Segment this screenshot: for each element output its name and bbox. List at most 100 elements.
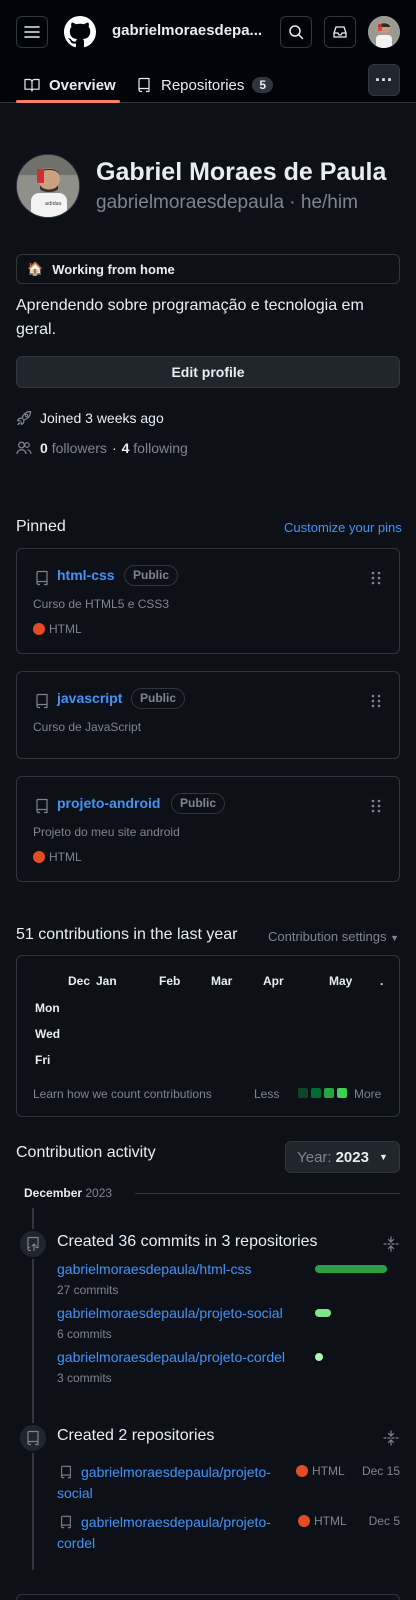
month-label: May: [329, 974, 353, 988]
show-more-activity-button[interactable]: [16, 1594, 400, 1600]
language-color-dot: [33, 851, 45, 863]
svg-text:adidas: adidas: [45, 201, 62, 207]
contributions-title: 51 contributions in the last year: [16, 926, 238, 943]
pinned-repo-card: projeto-android Public Projeto do meu si…: [16, 776, 400, 882]
created-repo-link[interactable]: gabrielmoraesdepaula/projeto-cordel: [57, 1512, 287, 1554]
legend-more: More: [354, 1087, 382, 1101]
github-logo-icon[interactable]: [64, 16, 96, 48]
customize-pins-link[interactable]: Customize your pins: [284, 520, 402, 535]
following-link[interactable]: 4 following: [122, 440, 188, 456]
pinned-repo-card: html-css Public Curso de HTML5 e CSS3 HT…: [16, 548, 400, 654]
pinned-repo-language: HTML: [33, 850, 82, 864]
repo-icon: [36, 570, 48, 586]
joined-text: Joined 3 weeks ago: [40, 410, 164, 426]
legend-less: Less: [254, 1087, 280, 1101]
commit-repo-link[interactable]: gabrielmoraesdepaula/projeto-social: [57, 1305, 283, 1321]
visibility-badge: Public: [171, 793, 226, 814]
drag-handle-icon[interactable]: [371, 799, 381, 813]
user-status[interactable]: 🏠 Working from home: [16, 254, 400, 284]
repo-icon: [138, 77, 150, 93]
pinned-repo-description: Curso de HTML5 e CSS3: [33, 597, 170, 611]
repo-icon: [36, 693, 48, 709]
book-icon: [24, 78, 40, 92]
followers-link[interactable]: 0 followers: [40, 440, 107, 456]
status-text: Working from home: [52, 261, 175, 277]
day-label: Mon: [35, 1001, 60, 1015]
pinned-repo-description: Curso de JavaScript: [33, 720, 142, 734]
hamburger-menu-button[interactable]: [16, 16, 48, 48]
drag-handle-icon[interactable]: [371, 571, 381, 585]
tab-repositories[interactable]: Repositories 5: [136, 68, 274, 102]
visibility-badge: Public: [124, 565, 179, 586]
language-name: HTML: [314, 1514, 347, 1528]
more-options-button[interactable]: ···: [368, 64, 400, 96]
commit-repo-link[interactable]: gabrielmoraesdepaula/html-css: [57, 1261, 252, 1277]
month-name: December: [24, 1186, 83, 1200]
drag-handle-icon[interactable]: [371, 694, 381, 708]
created-repo-row: gabrielmoraesdepaula/projeto-social HTML…: [57, 1462, 400, 1506]
inbox-button[interactable]: [324, 16, 356, 48]
month-label: Feb: [159, 974, 181, 988]
created-repo-language: HTML: [298, 1514, 347, 1528]
contribution-settings-dropdown[interactable]: Contribution settings ▼: [268, 929, 399, 944]
created-repo-language: HTML: [296, 1464, 345, 1478]
repos-event-title: Created 2 repositories: [57, 1427, 215, 1444]
day-label: Wed: [35, 1027, 61, 1041]
repositories-count-badge: 5: [252, 77, 274, 93]
repo-push-icon: [27, 1236, 39, 1252]
learn-contributions-link[interactable]: Learn how we count contributions: [33, 1087, 212, 1101]
tab-overview-label: Overview: [49, 76, 116, 94]
year-dropdown-button[interactable]: Year: 2023 ▼: [285, 1141, 400, 1173]
repo-icon: [36, 798, 48, 814]
people-icon: [16, 441, 32, 455]
commits-event-title: Created 36 commits in 3 repositories: [57, 1233, 318, 1250]
edit-profile-button[interactable]: Edit profile: [16, 356, 400, 388]
user-avatar-small[interactable]: [368, 16, 400, 48]
profile-login: gabrielmoraesdepaula · he/him: [96, 192, 358, 213]
created-repo-date: Dec 15: [361, 1464, 400, 1478]
created-repo-link[interactable]: gabrielmoraesdepaula/projeto-social: [57, 1462, 287, 1504]
pinned-repo-name[interactable]: javascript: [57, 690, 122, 706]
pinned-repo-card: javascript Public Curso de JavaScript: [16, 671, 400, 759]
legend-square: [311, 1088, 321, 1098]
language-color-dot: [33, 623, 45, 635]
commit-count[interactable]: 27 commits: [57, 1283, 118, 1297]
following-label: following: [133, 440, 188, 456]
tab-overview[interactable]: Overview: [24, 68, 116, 102]
hamburger-icon: [24, 26, 40, 38]
timeline-line: [32, 1208, 34, 1570]
commits-event-icon: [18, 1229, 48, 1259]
legend-square: [324, 1088, 334, 1098]
kebab-icon: ···: [375, 69, 393, 90]
commit-repo-link[interactable]: gabrielmoraesdepaula/projeto-cordel: [57, 1349, 285, 1365]
inbox-icon: [333, 26, 347, 38]
followers-separator: ·: [111, 440, 117, 456]
fold-icon[interactable]: [383, 1430, 399, 1446]
profile-name: Gabriel Moraes de Paula: [96, 158, 387, 186]
language-name: HTML: [49, 622, 82, 636]
profile-avatar[interactable]: adidas: [16, 154, 80, 218]
repo-icon: [27, 1430, 39, 1446]
contribution-settings-label: Contribution settings: [268, 929, 387, 944]
profile-bio: Aprendendo sobre programação e tecnologi…: [16, 297, 364, 338]
pinned-repo-name[interactable]: projeto-android: [57, 795, 160, 811]
commit-count[interactable]: 3 commits: [57, 1371, 112, 1385]
header-username[interactable]: gabrielmoraesdepa...: [112, 22, 262, 39]
month-label: Mar: [211, 974, 233, 988]
pinned-title: Pinned: [16, 518, 66, 535]
visibility-badge: Public: [131, 688, 186, 709]
commit-count[interactable]: 6 commits: [57, 1327, 112, 1341]
followers-label: followers: [51, 440, 107, 456]
contribution-activity-title: Contribution activity: [16, 1144, 156, 1161]
followers-count: 0: [40, 440, 48, 456]
pinned-repo-name[interactable]: html-css: [57, 567, 115, 583]
fold-icon[interactable]: [383, 1236, 399, 1252]
language-color-dot: [296, 1465, 308, 1477]
contribution-legend: [298, 1088, 350, 1098]
search-button[interactable]: [280, 16, 312, 48]
month-year: 2023: [85, 1186, 113, 1200]
language-name: HTML: [49, 850, 82, 864]
pinned-repo-description: Projeto do meu site android: [33, 825, 180, 839]
commit-share-bar: [315, 1309, 331, 1317]
day-label: Fri: [35, 1053, 51, 1067]
